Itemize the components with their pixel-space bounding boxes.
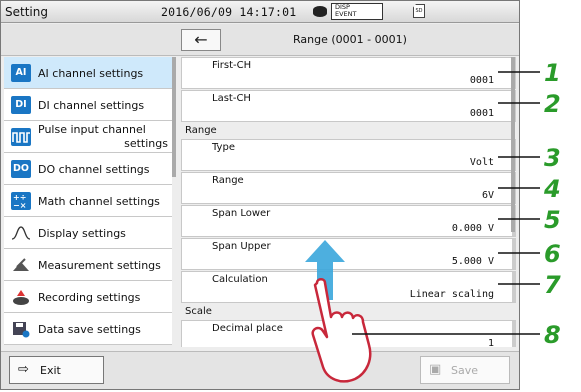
callout-number: 7 xyxy=(544,271,561,299)
callout-number: 2 xyxy=(544,90,561,118)
callout-number: 5 xyxy=(544,206,561,234)
callout-number: 4 xyxy=(543,175,561,203)
callout-layer: 1 2 3 4 5 6 7 8 xyxy=(352,59,561,349)
callout-number: 1 xyxy=(544,59,561,87)
callout-number: 3 xyxy=(544,144,561,172)
callout-number: 8 xyxy=(544,321,561,349)
callout-number: 6 xyxy=(544,240,561,268)
